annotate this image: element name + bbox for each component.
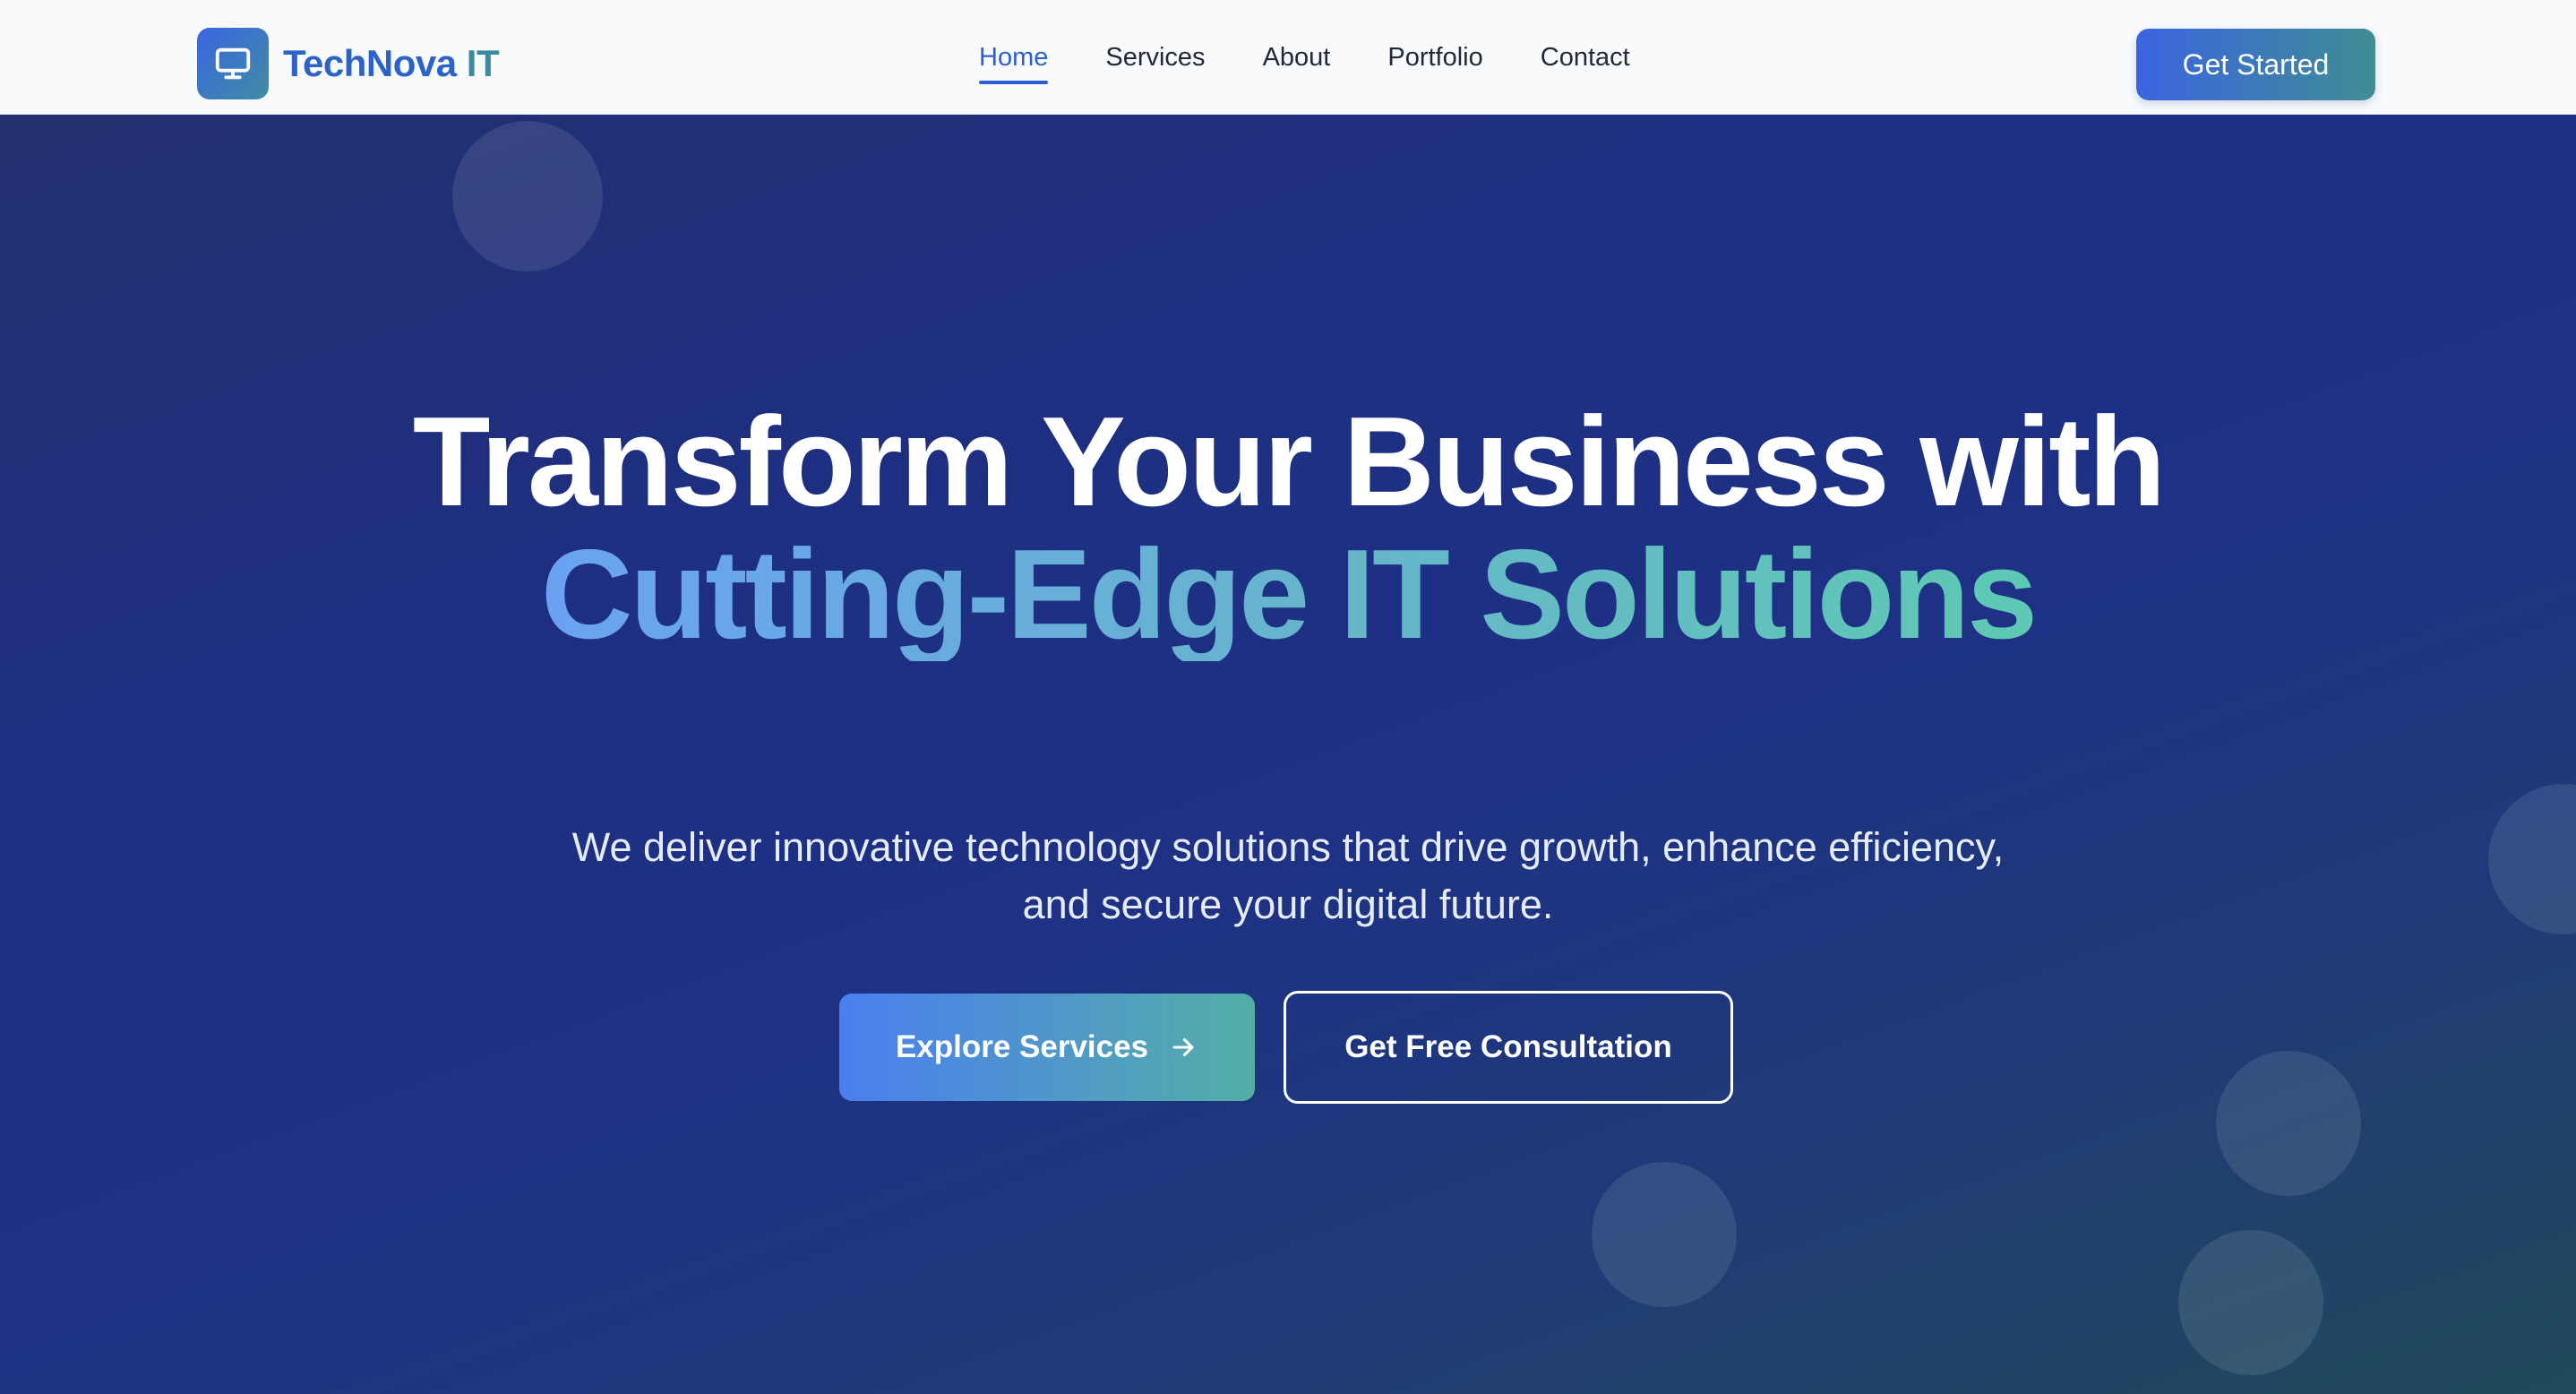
hero-headline-line1: Transform Your Business with xyxy=(412,391,2166,533)
nav-item-home[interactable]: Home xyxy=(979,39,1049,84)
main-nav: Home Services About Portfolio Contact xyxy=(979,0,1630,115)
brand-name: TechNova IT xyxy=(283,42,500,85)
explore-services-button[interactable]: Explore Services xyxy=(839,994,1255,1101)
hero-headline-line2: Cutting-Edge IT Solutions xyxy=(540,523,2038,666)
hero-headline: Transform Your Business with Cutting-Edg… xyxy=(0,396,2576,661)
decorative-circle xyxy=(2488,784,2576,934)
monitor-icon xyxy=(197,28,269,99)
decorative-circle xyxy=(452,121,603,271)
decorative-circle xyxy=(2178,1230,2323,1375)
nav-item-portfolio[interactable]: Portfolio xyxy=(1387,39,1482,75)
explore-services-label: Explore Services xyxy=(895,1029,1149,1064)
brand-name-main: TechNova xyxy=(283,42,457,84)
decorative-circle xyxy=(2216,1051,2361,1196)
brand-logo-link[interactable]: TechNova IT xyxy=(197,28,500,99)
nav-item-contact[interactable]: Contact xyxy=(1541,39,1630,75)
nav-item-about[interactable]: About xyxy=(1263,39,1331,75)
get-started-button[interactable]: Get Started xyxy=(2136,29,2375,100)
decorative-circle xyxy=(1592,1162,1737,1307)
hero-section xyxy=(0,115,2576,1394)
brand-name-suffix: IT xyxy=(466,42,500,84)
arrow-right-icon xyxy=(1168,1032,1198,1063)
hero-subtext: We deliver innovative technology solutio… xyxy=(571,824,2005,927)
site-header: TechNova IT Home Services About Portfoli… xyxy=(0,0,2576,115)
free-consultation-button[interactable]: Get Free Consultation xyxy=(1284,991,1733,1104)
nav-item-services[interactable]: Services xyxy=(1105,39,1205,75)
